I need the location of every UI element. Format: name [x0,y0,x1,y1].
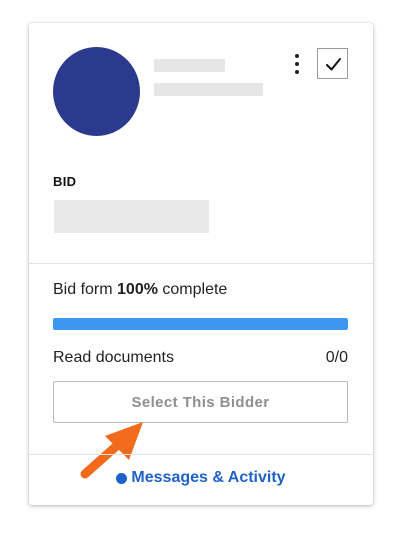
divider [29,263,373,264]
progress-bar [53,318,348,330]
messages-activity-link[interactable]: Messages & Activity [29,469,373,487]
progress-percent: 100% [117,281,158,298]
checkmark-icon [326,58,341,71]
avatar [53,47,140,136]
progress-bar-fill [53,318,348,330]
select-checkbox[interactable] [317,48,348,79]
read-documents-label: Read documents [53,349,174,366]
bidder-card: BID Bid form 100% complete Read document… [29,23,373,505]
messages-activity-label: Messages & Activity [131,469,286,486]
kebab-menu-icon[interactable] [291,53,303,75]
divider [29,454,373,455]
progress-suffix: complete [157,281,228,298]
read-documents-count: 0/0 [325,349,348,366]
bid-form-progress-text: Bid form 100% complete [53,281,227,299]
bid-label: BID [53,174,77,189]
bid-amount-placeholder [54,200,209,233]
progress-prefix: Bid form [53,281,118,298]
status-dot-icon [116,472,128,484]
bidder-name-placeholder [154,59,225,72]
bidder-company-placeholder [154,83,263,96]
